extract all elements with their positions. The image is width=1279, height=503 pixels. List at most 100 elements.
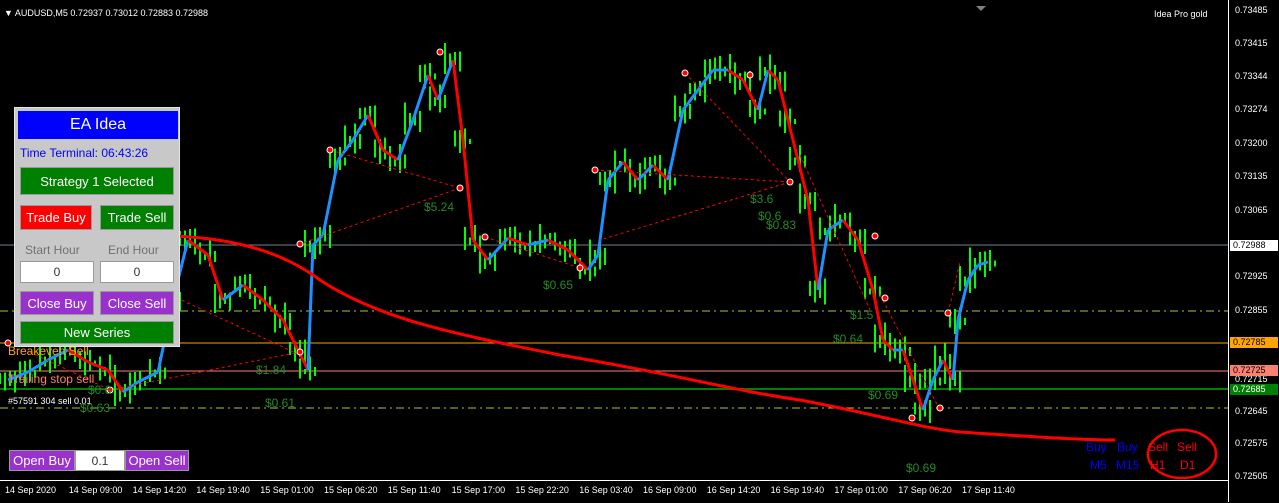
profit-label: $0.64 <box>833 332 864 346</box>
trend-segment <box>596 179 610 256</box>
time-tick-label: 16 Sep 09:00 <box>643 485 697 495</box>
panel-title: EA Idea <box>18 111 178 139</box>
time-terminal: Time Terminal: 06:43:26 <box>20 146 149 160</box>
trailing-price-tag: 0.72725 <box>1230 365 1278 376</box>
trend-segment <box>306 244 315 371</box>
price-tick-label: 0.73135 <box>1235 171 1268 181</box>
order-link-line <box>299 187 461 245</box>
time-axis[interactable]: 14 Sep 2020 14 Sep 09:00 14 Sep 14:20 14 Se… <box>0 480 1228 503</box>
time-tick-label: 15 Sep 22:20 <box>515 485 569 495</box>
order-marker <box>456 184 464 192</box>
time-tick-label: 14 Sep 2020 <box>5 485 57 495</box>
order-marker <box>296 240 304 248</box>
profit-label: $0.69 <box>868 388 899 402</box>
order-marker <box>908 414 916 422</box>
order-marker <box>681 69 689 77</box>
time-tick-label: 17 Sep 01:00 <box>834 485 888 495</box>
price-tick-label: 0.73415 <box>1235 38 1268 48</box>
time-tick-label: 15 Sep 17:00 <box>451 485 506 495</box>
order-marker <box>746 71 754 79</box>
profit-label: $1.84 <box>256 363 287 377</box>
time-tick-label: 17 Sep 11:40 <box>962 485 1015 495</box>
price-tick-label: 0.73274 <box>1235 104 1268 114</box>
order-marker <box>436 48 444 56</box>
breakeven-price-tag: 0.72785 <box>1230 337 1278 348</box>
mtf-signal-h1: Sell <box>1148 440 1169 454</box>
order-marker <box>936 404 944 412</box>
order-link-line <box>947 261 961 314</box>
trade-sell-button[interactable]: Trade Sell <box>100 205 174 230</box>
profit-label: $0.63 <box>80 401 111 415</box>
mtf-signal-d1: Sell <box>1177 440 1198 454</box>
time-tick-label: 16 Sep 03:40 <box>579 485 633 495</box>
order-marker <box>576 264 584 272</box>
profit-label: $0.65 <box>543 278 574 292</box>
strategy-button[interactable]: Strategy 1 Selected <box>20 167 174 195</box>
open-buy-button[interactable]: Open Buy <box>9 450 75 471</box>
lot-size-input[interactable]: 0.1 <box>75 450 125 471</box>
time-tick-label: 14 Sep 09:00 <box>68 485 123 495</box>
trend-segment <box>461 139 475 241</box>
time-tick-label: 14 Sep 14:20 <box>132 485 187 495</box>
profit-label: $0.6 <box>88 383 112 397</box>
profit-label: $1.5 <box>850 308 874 322</box>
end-hour-input[interactable]: 0 <box>100 261 174 283</box>
mtf-timeframe-m15: M15 <box>1116 458 1140 472</box>
mtf-signal-m5: Buy <box>1086 440 1107 454</box>
order-marker <box>881 294 889 302</box>
time-tick-label: 15 Sep 06:20 <box>324 485 378 495</box>
trade-buy-button[interactable]: Trade Buy <box>20 205 92 230</box>
time-tick-label: 15 Sep 11:40 <box>387 485 441 495</box>
chart-area[interactable]: ▼ AUDUSD,M5 0.72937 0.73012 0.72883 0.72… <box>0 0 1228 480</box>
order-marker <box>944 309 952 317</box>
profit-label: $5.24 <box>424 200 455 214</box>
trend-segment <box>321 159 340 236</box>
time-tick-label: 16 Sep 19:40 <box>770 485 825 495</box>
start-hour-label: Start Hour <box>25 243 80 257</box>
indicator-name: Idea Pro gold <box>1154 9 1208 19</box>
order-marker <box>871 232 879 240</box>
price-tick-label: 0.72855 <box>1235 305 1268 315</box>
price-tick-label: 0.72575 <box>1235 438 1268 448</box>
chart-shift-marker <box>976 6 986 11</box>
mtf-signal-m15: Buy <box>1117 440 1138 454</box>
trailing-label: Trailing stop sell <box>8 372 95 386</box>
trend-segment <box>451 59 465 141</box>
price-tick-label: 0.73485 <box>1235 5 1268 15</box>
mtf-timeframe-d1: D1 <box>1180 458 1196 472</box>
time-tick-label: 14 Sep 19:40 <box>196 485 250 495</box>
current-price-tag: 0.72988 <box>1230 240 1278 251</box>
mtf-timeframe-m5: M5 <box>1090 458 1107 472</box>
price-tick-label: 0.73344 <box>1235 71 1268 81</box>
profit-label: $3.6 <box>750 192 774 206</box>
close-buy-button[interactable]: Close Buy <box>20 291 94 315</box>
order-marker <box>591 166 599 174</box>
profit-label: $0.83 <box>766 218 797 232</box>
order-marker <box>326 146 334 154</box>
close-sell-button[interactable]: Close Sell <box>100 291 174 315</box>
price-chart <box>0 6 1228 480</box>
ea-panel: EA Idea Time Terminal: 06:43:26 Strategy… <box>14 107 180 347</box>
profit-label: $0.61 <box>265 396 296 410</box>
order-marker <box>296 348 304 356</box>
time-tick-label: 15 Sep 01:00 <box>260 485 314 495</box>
mtf-timeframe-h1: H1 <box>1150 458 1166 472</box>
order-link-line <box>329 149 461 189</box>
new-series-button[interactable]: New Series <box>20 321 174 344</box>
price-tick-label: 0.72505 <box>1235 471 1268 481</box>
order-marker <box>481 233 489 241</box>
price-axis[interactable]: 0.73485 0.73415 0.73344 0.73274 0.73200 0.731… <box>1228 0 1279 502</box>
order-marker <box>786 178 794 186</box>
symbol-info-text: AUDUSD,M5 0.72937 0.73012 0.72883 0.7298… <box>14 8 209 18</box>
profit-label: $0.69 <box>906 461 937 475</box>
symbol-info: ▼ AUDUSD,M5 0.72937 0.73012 0.72883 0.72… <box>4 8 209 18</box>
price-tick-label: 0.72925 <box>1235 271 1268 281</box>
price-tick-label: 0.73065 <box>1235 205 1268 215</box>
end-hour-label: End Hour <box>108 243 159 257</box>
time-tick-label: 17 Sep 06:20 <box>898 485 952 495</box>
time-tick-label: 16 Sep 14:20 <box>706 485 761 495</box>
open-order-price-tag: 0.72685 <box>1230 384 1278 395</box>
price-tick-label: 0.72645 <box>1235 406 1268 416</box>
open-sell-button[interactable]: Open Sell <box>125 450 189 471</box>
start-hour-input[interactable]: 0 <box>20 261 94 283</box>
